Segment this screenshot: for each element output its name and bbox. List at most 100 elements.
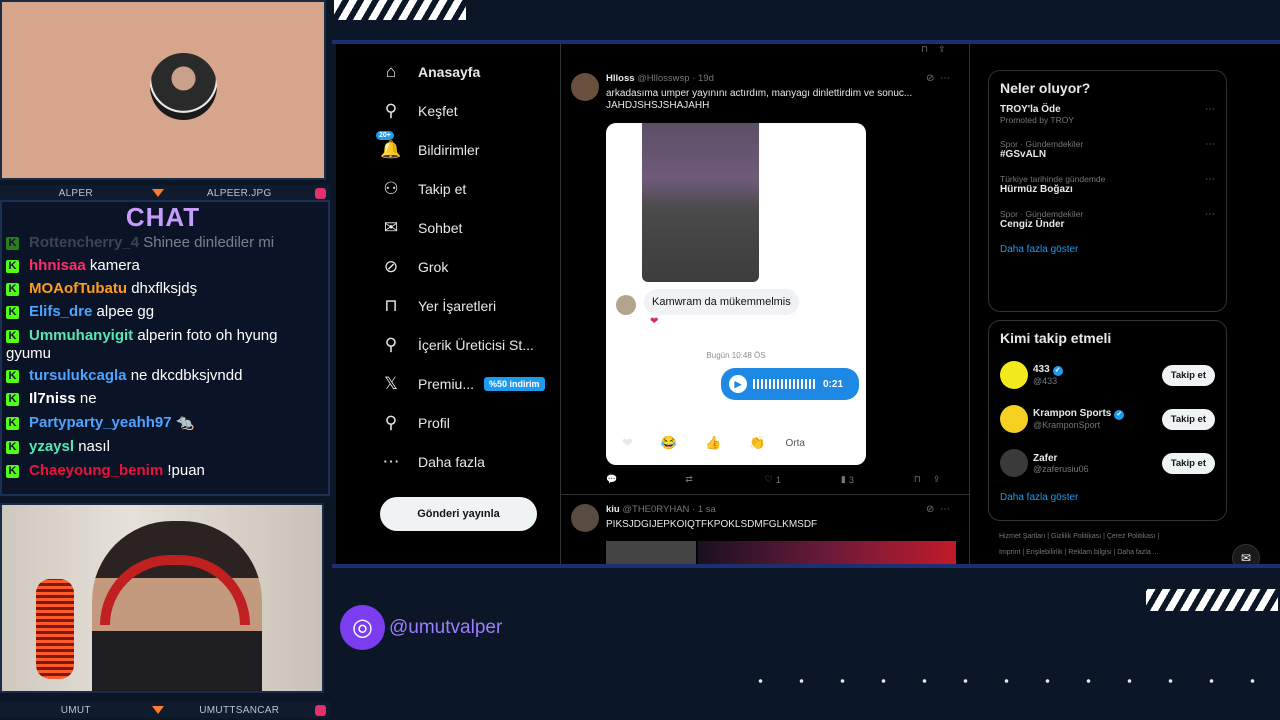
tweet-text: arkadasıma umper yayınını actırdım, many…	[606, 88, 956, 112]
follow-button[interactable]: Takip et	[1161, 408, 1215, 430]
follow-list: 433 ✓ @433 Takip et Krampon Sports ✓ @KramponS…	[989, 360, 1226, 478]
nav-label: Profil	[418, 414, 450, 431]
chat-username: yzaysl	[29, 438, 75, 455]
profile-icon: ⚲	[384, 412, 398, 432]
sidebar-nav: ⌂ Anasayfa ⚲ Keşfet 🔔 20+ Bildirimler ⚇ Takip et…	[376, 52, 580, 481]
account-name[interactable]: 433 ✓	[1033, 364, 1162, 376]
follow-title: Kimi takip etmeli	[1000, 330, 1112, 346]
bookmark-icon[interactable]: ⊓	[914, 474, 921, 485]
share-icon[interactable]: ⇪	[938, 44, 946, 55]
tweet-author[interactable]: kiu	[606, 504, 620, 515]
footer-links-2[interactable]: Imprint | Erişilebilirlik | Reklam bilgi…	[999, 549, 1159, 556]
account-name-text: Zafer	[1033, 452, 1058, 464]
x-logo-icon: 𝕏	[384, 373, 398, 393]
more-icon[interactable]: ⋯	[1205, 174, 1215, 185]
nav-item[interactable]: ⚲ Profil	[380, 403, 580, 442]
post-button[interactable]: Gönderi yayınla	[380, 497, 537, 531]
bookmark-icon[interactable]: ⊓	[921, 44, 928, 55]
tweet-author[interactable]: Hlloss	[606, 73, 635, 84]
tweet-media[interactable]	[698, 541, 956, 564]
nav-item[interactable]: 𝕏 Premiu... %50 indirim	[380, 364, 580, 403]
nav-item[interactable]: ⊘ Grok	[380, 247, 580, 286]
video-thumbnail[interactable]	[642, 123, 759, 282]
trend-item[interactable]: Türkiye tarihinde gündemde Hürmüz Boğazı ⋯	[1000, 174, 1215, 195]
follow-show-more[interactable]: Daha fazla göster	[1000, 492, 1215, 503]
tweet-avatar[interactable]	[571, 73, 599, 101]
nav-item[interactable]: ⊓ Yer İşaretleri	[380, 286, 580, 325]
premium-promo-badge[interactable]: %50 indirim	[484, 376, 545, 391]
nav-label: Yer İşaretleri	[418, 297, 497, 314]
nav-item[interactable]: ⌂ Anasayfa	[380, 52, 580, 91]
more-icon[interactable]: ⋯	[940, 73, 950, 84]
tweet-handle: @THE0RYHAN	[622, 504, 690, 515]
reaction-bar: ❤ 😂 👍 👏 Orta	[606, 428, 866, 458]
chat-username: Il7niss	[29, 390, 76, 407]
nav-item[interactable]: 🔔 20+ Bildirimler	[376, 130, 580, 169]
reaction-orta[interactable]: Orta	[785, 438, 804, 449]
nav-item[interactable]: ✉ Sohbet	[380, 208, 580, 247]
play-icon[interactable]: ▶	[729, 375, 747, 393]
nav-item[interactable]: ⋯ Daha fazla	[380, 442, 580, 481]
nav-item[interactable]: ⚇ Takip et	[380, 169, 580, 208]
trends-panel: Neler oluyor? TROY'la Öde Promoted by TRO…	[988, 70, 1227, 312]
account-name[interactable]: Zafer	[1033, 453, 1162, 464]
nav-item[interactable]: ⚲ Keşfet	[380, 91, 580, 130]
follow-button[interactable]: Takip et	[1161, 364, 1215, 386]
incoming-message: Kamwram da mükemmelmis	[644, 289, 799, 315]
follow-suggestion[interactable]: Krampon Sports ✓ @KramponSport Takip et	[1000, 404, 1215, 434]
reaction-clap[interactable]: 👏	[749, 435, 765, 451]
account-info: Krampon Sports ✓ @KramponSport	[1033, 408, 1162, 430]
trends-show-more[interactable]: Daha fazla göster	[1000, 244, 1215, 255]
more-icon[interactable]: ⋯	[940, 504, 950, 515]
follow-suggestion[interactable]: Zafer @zaferusiu06 Takip et	[1000, 448, 1215, 478]
trend-item[interactable]: Spor · Gündemdekiler #GSvALN ⋯	[1000, 139, 1215, 160]
account-handle: @KramponSport	[1033, 420, 1101, 430]
more-icon[interactable]: ⋯	[1205, 104, 1215, 115]
tweet-media[interactable]: Kamwram da mükemmelmis ❤ Bugün 10:48 ÖS …	[606, 123, 866, 465]
kick-badge-icon: K	[6, 417, 19, 430]
chat-username: Elifs_dre	[29, 303, 93, 320]
verified-icon: ✓	[1052, 366, 1063, 376]
footer-links-1[interactable]: Hizmet Şartları | Gizlilik Politikası | …	[999, 533, 1159, 540]
avatar[interactable]	[1000, 361, 1028, 389]
tweet-avatar[interactable]	[571, 504, 599, 532]
like-icon[interactable]: ♡	[765, 474, 773, 485]
share-icon[interactable]: ⇪	[933, 474, 941, 485]
grok-icon[interactable]: ⊘	[926, 73, 934, 84]
more-icon[interactable]: ⋯	[1205, 209, 1215, 220]
reaction-laugh[interactable]: 😂	[661, 435, 677, 451]
retweet-icon[interactable]: ⇄	[685, 474, 693, 485]
follow-button[interactable]: Takip et	[1161, 452, 1215, 474]
messages-fab-icon[interactable]: ✉	[1232, 544, 1260, 564]
trend-category: Spor · Gündemdekiler	[1000, 139, 1084, 149]
nav-label: Takip et	[418, 180, 467, 197]
trend-item[interactable]: TROY'la Öde Promoted by TROY ⋯	[1000, 104, 1215, 125]
message-timestamp: Bugün 10:48 ÖS	[706, 351, 766, 360]
tweet-text-line1: arkadasıma umper yayınını actırdım, many…	[606, 88, 913, 99]
like-count: 1	[775, 474, 781, 485]
tweet-menu[interactable]: ⊘ ⋯	[926, 73, 950, 84]
notification-badge: 20+	[376, 130, 394, 140]
grok-icon[interactable]: ⊘	[926, 504, 934, 515]
chat-username: MOAofTubatu	[29, 280, 128, 297]
trend-item[interactable]: Spor · Gündemdekiler Cengiz Ünder ⋯	[1000, 209, 1215, 230]
avatar[interactable]	[1000, 405, 1028, 433]
reply-icon[interactable]: 💬	[606, 474, 617, 485]
views-icon[interactable]: ▮	[841, 474, 846, 485]
avatar[interactable]	[1000, 449, 1028, 477]
top-cam-name: ALPER	[58, 187, 93, 199]
tweet-media[interactable]	[606, 541, 696, 564]
reaction-heart[interactable]: ❤	[622, 435, 633, 451]
chat-username: Ummuhanyigit	[29, 327, 134, 344]
more-icon[interactable]: ⋯	[1205, 139, 1215, 150]
trend-name: Cengiz Ünder	[1000, 219, 1065, 230]
account-name[interactable]: Krampon Sports ✓	[1033, 408, 1162, 420]
chat-message: K Ummuhanyigit alperin foto oh hyung gyum…	[6, 327, 322, 363]
alper-avatar	[150, 53, 217, 120]
reaction-thumbs[interactable]: 👍	[705, 435, 721, 451]
tweet-menu[interactable]: ⊘ ⋯	[926, 504, 950, 515]
follow-suggestion[interactable]: 433 ✓ @433 Takip et	[1000, 360, 1215, 390]
nav-item[interactable]: ⚲ İçerik Üreticisi St...	[380, 325, 580, 364]
account-name-text: 433	[1033, 364, 1050, 375]
voice-message[interactable]: ▶ 0:21	[721, 368, 859, 400]
